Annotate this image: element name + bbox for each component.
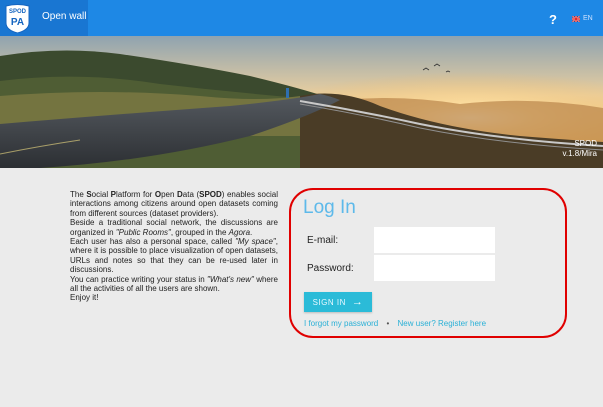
description-text: "My space": [235, 237, 276, 247]
description-text: You can practice writing your status in: [70, 274, 207, 284]
logo-text-bottom: PA: [11, 17, 24, 28]
sign-in-button[interactable]: SIGN IN →: [304, 292, 372, 312]
brand-home-link[interactable]: SPOD PA Open wall: [0, 0, 88, 36]
description-text: latform for: [116, 190, 155, 199]
description-text: The: [70, 190, 87, 199]
hero-landscape-image: [0, 36, 603, 168]
logo-text-top: SPOD: [9, 9, 27, 15]
login-title: Log In: [303, 197, 356, 218]
description-text: , grouped in the: [170, 227, 229, 237]
description-text: ocial: [91, 190, 111, 199]
platform-description: The Social Platform for Open Data (SPOD)…: [70, 190, 278, 303]
forgot-password-link[interactable]: I forgot my password: [304, 319, 378, 328]
description-paragraph: Enjoy it!: [70, 293, 278, 302]
description-paragraph: The Social Platform for Open Data (SPOD)…: [70, 190, 278, 218]
arrow-right-icon: →: [351, 295, 364, 308]
link-separator: •: [386, 319, 390, 328]
help-button[interactable]: ?: [549, 12, 557, 27]
description-text: "Public Rooms": [115, 227, 171, 237]
uk-flag-icon: [572, 15, 580, 22]
password-label: Password:: [307, 263, 354, 274]
description-paragraph: Beside a traditional social network, the…: [70, 218, 278, 237]
description-text: Enjoy it!: [70, 293, 99, 303]
password-field[interactable]: [374, 255, 495, 281]
login-links: I forgot my password • New user? Registe…: [304, 319, 486, 328]
app-name: SPOD: [574, 139, 597, 148]
description-text: pen: [161, 190, 177, 199]
spod-logo: SPOD PA: [5, 4, 30, 33]
top-navigation-bar: SPOD PA Open wall ? EN: [0, 0, 603, 36]
email-label: E-mail:: [307, 235, 339, 246]
description-paragraph: Each user has also a personal space, cal…: [70, 237, 278, 275]
description-text: ata (: [182, 190, 200, 199]
sign-in-label: SIGN IN: [312, 297, 346, 307]
page-title[interactable]: Open wall: [42, 11, 86, 22]
description-text: SPOD: [199, 190, 222, 199]
description-text: .: [250, 227, 253, 237]
version-number: v.1.8/Mira: [562, 149, 597, 158]
register-link[interactable]: New user? Register here: [398, 319, 486, 328]
language-selector[interactable]: EN: [572, 15, 593, 22]
language-code: EN: [583, 15, 593, 22]
description-paragraph: You can practice writing your status in …: [70, 275, 278, 294]
description-text: Each user has also a personal space, cal…: [70, 237, 236, 247]
email-field[interactable]: [374, 227, 495, 253]
app-version-label: SPOD v.1.8/Mira: [562, 139, 597, 159]
description-text: Agora: [228, 227, 251, 237]
description-text: "What's new": [206, 274, 254, 284]
hero-banner: [0, 36, 603, 168]
